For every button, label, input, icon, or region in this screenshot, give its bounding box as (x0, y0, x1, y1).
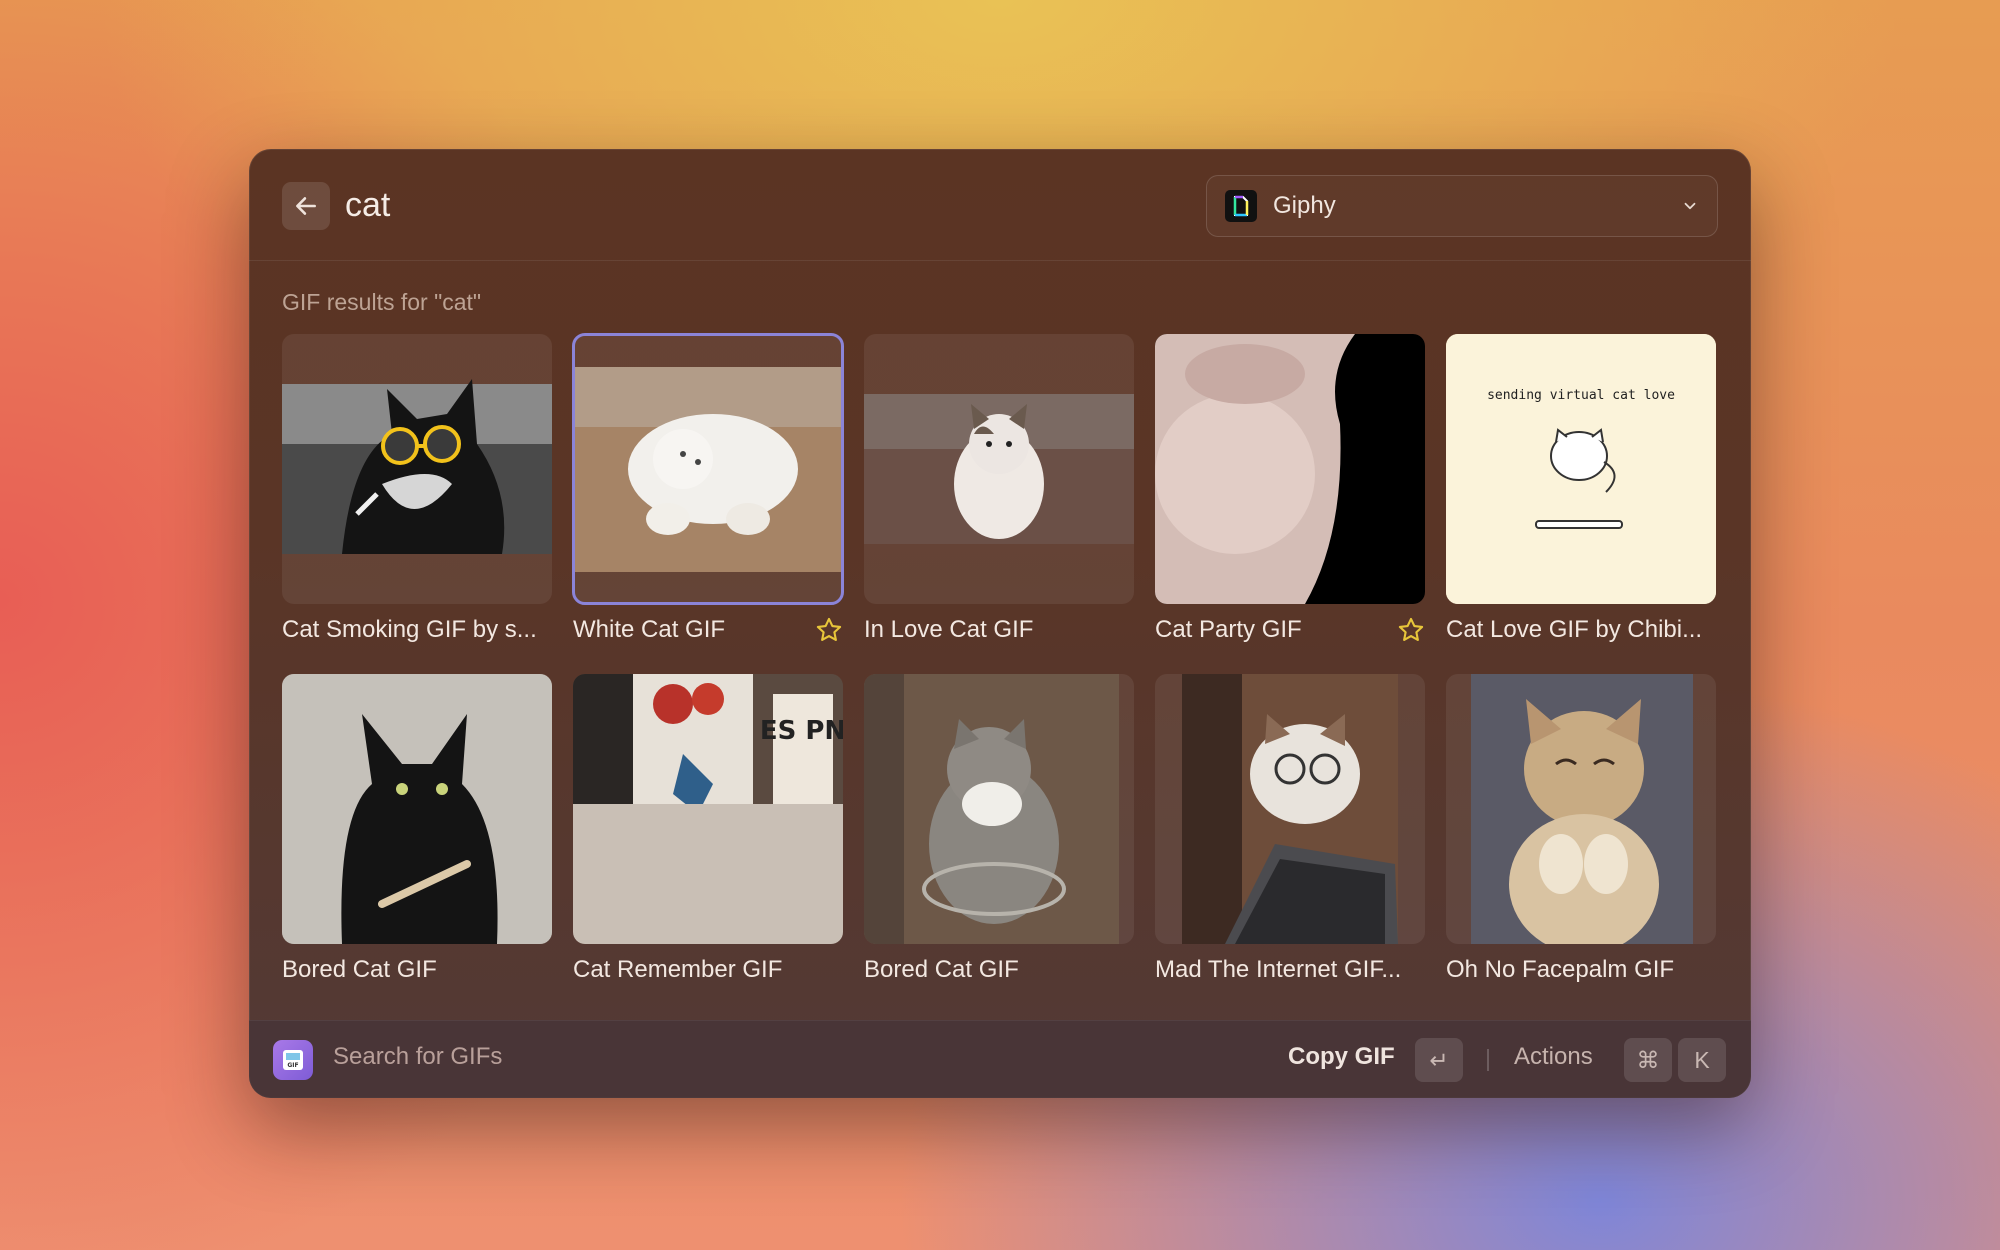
gif-item[interactable]: Cat Party GIF (1155, 334, 1425, 646)
gif-title: Cat Love GIF by Chibi... (1446, 616, 1703, 643)
star-icon (816, 617, 842, 641)
gif-title: White Cat GIF (573, 616, 726, 643)
gif-item[interactable]: Bored Cat GIF (864, 674, 1134, 986)
gif-title: Mad The Internet GIF... (1155, 956, 1402, 983)
gif-thumbnail[interactable] (282, 334, 552, 604)
raycast-window: Giphy GIF results for "cat" (249, 149, 1751, 1098)
giphy-logo-icon (1225, 190, 1257, 222)
gif-item[interactable]: Cat Smoking GIF by s... (282, 334, 552, 646)
gif-thumbnail[interactable] (1155, 334, 1425, 604)
svg-text:GIF: GIF (287, 1062, 298, 1069)
gif-item[interactable]: sending virtual cat love Cat Love GIF by… (1446, 334, 1716, 646)
section-title: GIF results for "cat" (282, 289, 482, 315)
gif-thumbnail[interactable] (282, 674, 552, 944)
enter-key-hint: ↵ (1415, 1038, 1463, 1082)
gif-item[interactable]: ES PN Cat Remember GIF (573, 674, 843, 986)
gif-item[interactable]: Oh No Facepalm GIF (1446, 674, 1716, 986)
gif-image-text: ES PN (760, 716, 843, 746)
gif-title: Bored Cat GIF (864, 956, 1019, 983)
gif-title: Oh No Facepalm GIF (1446, 956, 1675, 983)
back-button[interactable] (282, 182, 330, 230)
actions-button[interactable]: Actions (1514, 1043, 1593, 1071)
action-bar: GIF Search for GIFs Copy GIF ↵ Actions ⌘… (249, 1020, 1751, 1098)
gif-thumbnail[interactable] (864, 674, 1134, 944)
gif-thumbnail[interactable]: sending virtual cat love (1446, 334, 1716, 604)
gif-title: Cat Smoking GIF by s... (282, 616, 537, 643)
k-key-hint: K (1678, 1038, 1726, 1082)
command-title: Search for GIFs (333, 1043, 503, 1070)
gif-image-text: sending virtual cat love (1487, 388, 1675, 403)
gif-item[interactable]: White Cat GIF (572, 333, 844, 646)
gif-thumbnail[interactable] (1446, 674, 1716, 944)
gif-item[interactable]: Mad The Internet GIF... (1155, 674, 1425, 986)
search-input[interactable] (345, 177, 1045, 233)
gif-thumbnail[interactable] (572, 333, 844, 605)
copy-gif-button[interactable]: Copy GIF (1288, 1043, 1395, 1071)
source-label: Giphy (1273, 192, 1336, 219)
arrow-left-icon (296, 197, 316, 215)
search-bar: Giphy (249, 149, 1751, 261)
star-icon (1398, 617, 1424, 641)
source-dropdown[interactable]: Giphy (1206, 175, 1718, 237)
gif-thumbnail[interactable] (864, 334, 1134, 604)
gif-item[interactable]: In Love Cat GIF (864, 334, 1134, 646)
gif-title: Bored Cat GIF (282, 956, 437, 983)
divider (1487, 1049, 1489, 1071)
command-key-hint: ⌘ (1624, 1038, 1672, 1082)
gif-thumbnail[interactable] (1155, 674, 1425, 944)
gif-title: Cat Remember GIF (573, 956, 783, 983)
gif-thumbnail[interactable]: ES PN (573, 674, 843, 944)
gif-extension-icon: GIF (273, 1040, 313, 1080)
gif-title: Cat Party GIF (1155, 616, 1302, 643)
gif-title: In Love Cat GIF (864, 616, 1034, 643)
gif-item[interactable]: Bored Cat GIF (282, 674, 552, 986)
chevron-down-icon (1684, 202, 1696, 210)
